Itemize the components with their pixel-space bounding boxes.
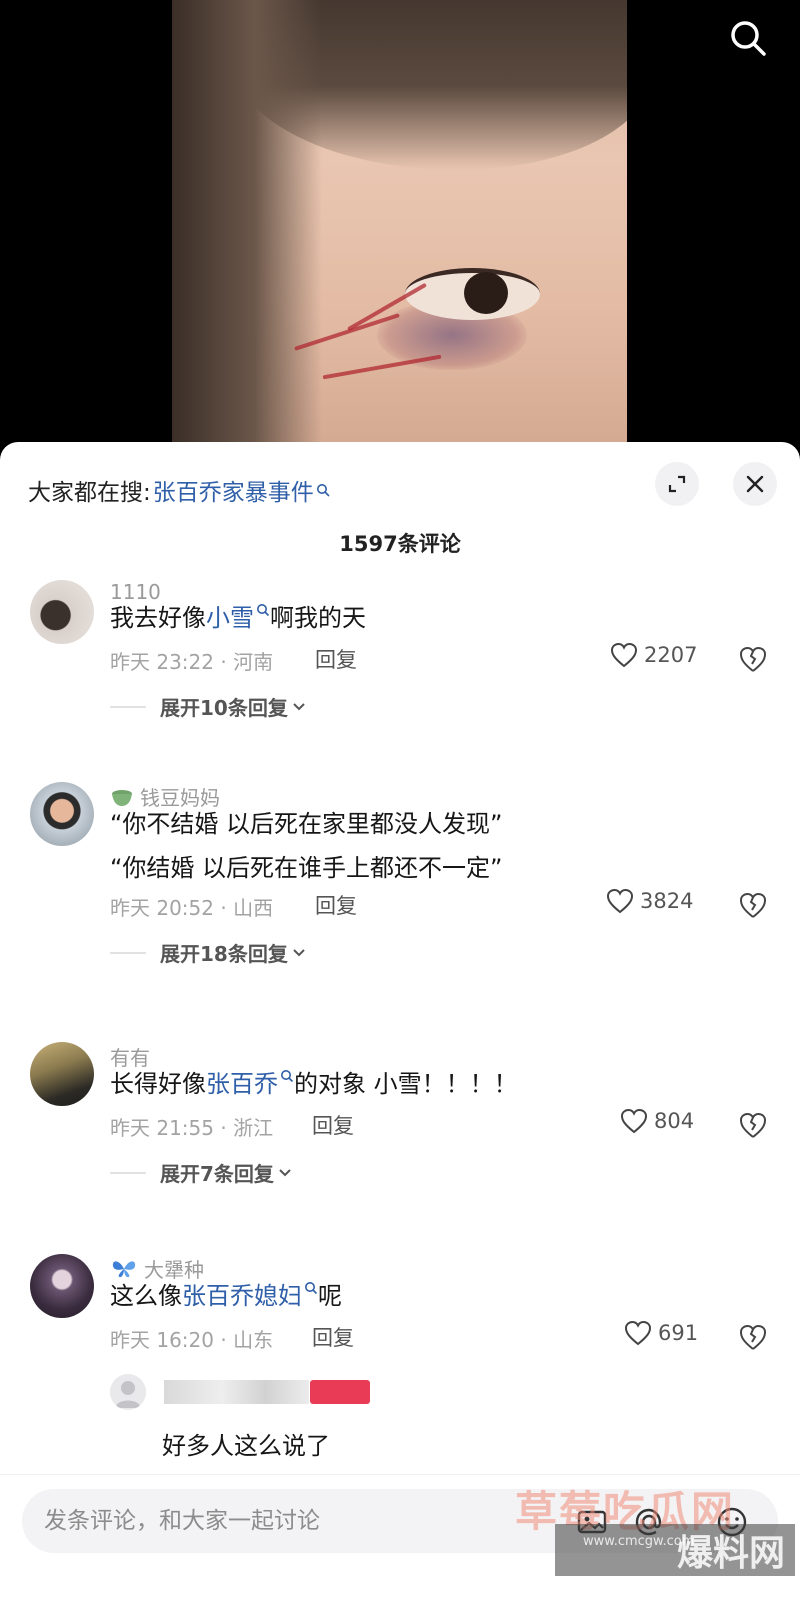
like-button[interactable]: 691 — [624, 1320, 698, 1346]
image-icon[interactable] — [575, 1505, 609, 1539]
search-icon[interactable] — [726, 16, 770, 60]
comment-text: 我去好像小雪 啊我的天 — [110, 604, 366, 632]
default-avatar-icon — [115, 1381, 141, 1408]
comment-item: 大犟种 这么像张百乔媳妇呢 昨天 16:20 · 山东 回复 691 好多人这么… — [0, 1254, 800, 1474]
like-button[interactable]: 3824 — [606, 888, 693, 914]
dislike-icon[interactable] — [738, 890, 768, 920]
comment-sheet: 大家都在搜: 张百乔家暴事件 1597条评论 1110 我去好像小雪 啊我的天 昨… — [0, 442, 800, 1621]
like-count: 691 — [658, 1321, 699, 1345]
like-count: 3824 — [640, 889, 694, 913]
like-button[interactable]: 804 — [620, 1108, 694, 1134]
dislike-icon[interactable] — [738, 644, 768, 674]
avatar[interactable] — [30, 1254, 94, 1318]
like-button[interactable]: 2207 — [610, 642, 697, 668]
emoji-icon[interactable] — [715, 1505, 749, 1539]
expand-icon — [668, 475, 686, 493]
comment-link[interactable]: 小雪 — [206, 604, 254, 632]
comment-meta: 昨天 20:52 · 山西 — [110, 896, 274, 920]
comment-meta: 昨天 23:22 · 河南 — [110, 650, 274, 674]
comment-text-line: “你结婚 以后死在谁手上都还不一定” — [110, 854, 503, 882]
trending-search-prefix: 大家都在搜: — [28, 480, 151, 506]
expand-replies[interactable]: 展开18条回复 — [110, 938, 306, 967]
trending-search[interactable]: 大家都在搜: 张百乔家暴事件 — [28, 472, 330, 508]
comment-input-bar — [0, 1474, 800, 1621]
comment-text: 这么像张百乔媳妇呢 — [110, 1282, 342, 1310]
reply-button[interactable]: 回复 — [315, 890, 357, 920]
divider-line — [110, 1171, 146, 1174]
close-button[interactable] — [733, 462, 777, 506]
at-icon[interactable] — [632, 1505, 666, 1539]
search-icon — [305, 1282, 318, 1295]
heart-icon — [610, 642, 638, 668]
chevron-down-icon — [279, 1168, 291, 1176]
reply-button[interactable]: 回复 — [312, 1110, 354, 1140]
comment-item: 钱豆妈妈 “你不结婚 以后死在家里都没人发现” “你结婚 以后死在谁手上都还不一… — [0, 782, 800, 992]
comment-meta: 昨天 21:55 · 浙江 — [110, 1116, 274, 1140]
comment-meta: 昨天 16:20 · 山东 — [110, 1328, 274, 1352]
comment-link[interactable]: 张百乔媳妇 — [182, 1282, 302, 1310]
reply-button[interactable]: 回复 — [315, 644, 357, 674]
avatar[interactable] — [30, 1042, 94, 1106]
comment-text: 长得好像张百乔 的对象 小雪！！！！ — [110, 1070, 518, 1098]
close-icon — [746, 475, 764, 493]
avatar[interactable] — [110, 1374, 146, 1410]
redacted-username — [164, 1380, 309, 1404]
search-icon — [257, 604, 270, 617]
video-frame — [172, 0, 627, 450]
tea-cup-icon — [112, 789, 132, 806]
chevron-down-icon — [293, 948, 305, 956]
comment-count: 1597条评论 — [339, 532, 461, 556]
butterfly-icon — [112, 1260, 136, 1277]
comment-item: 1110 我去好像小雪 啊我的天 昨天 23:22 · 河南 回复 2207 展开… — [0, 580, 800, 750]
redacted-badge — [310, 1380, 370, 1404]
heart-icon — [624, 1320, 652, 1346]
comment-link[interactable]: 张百乔 — [206, 1070, 278, 1098]
search-icon — [316, 484, 330, 497]
like-count: 804 — [654, 1109, 695, 1133]
sub-reply-text: 好多人这么说了 — [162, 1432, 330, 1460]
video-iris — [464, 272, 508, 314]
dislike-icon[interactable] — [738, 1110, 768, 1140]
divider-line — [110, 705, 146, 708]
video-player[interactable] — [0, 0, 800, 450]
search-icon — [281, 1070, 294, 1083]
avatar[interactable] — [30, 782, 94, 846]
chevron-down-icon — [293, 702, 305, 710]
trending-search-term[interactable]: 张百乔家暴事件 — [153, 473, 314, 507]
heart-icon — [606, 888, 634, 914]
video-hair-side — [172, 0, 322, 450]
dislike-icon[interactable] — [738, 1322, 768, 1352]
comment-item: 有有 长得好像张百乔 的对象 小雪！！！！ 昨天 21:55 · 浙江 回复 80… — [0, 1042, 800, 1212]
expand-button[interactable] — [655, 462, 699, 506]
sub-reply: 好多人这么说了 — [110, 1374, 710, 1464]
reply-button[interactable]: 回复 — [312, 1322, 354, 1352]
like-count: 2207 — [644, 643, 698, 667]
expand-replies[interactable]: 展开10条回复 — [110, 692, 306, 721]
comment-text-line: “你不结婚 以后死在家里都没人发现” — [110, 810, 503, 838]
heart-icon — [620, 1108, 648, 1134]
divider-line — [110, 951, 146, 954]
avatar[interactable] — [30, 580, 94, 644]
expand-replies[interactable]: 展开7条回复 — [110, 1158, 292, 1187]
